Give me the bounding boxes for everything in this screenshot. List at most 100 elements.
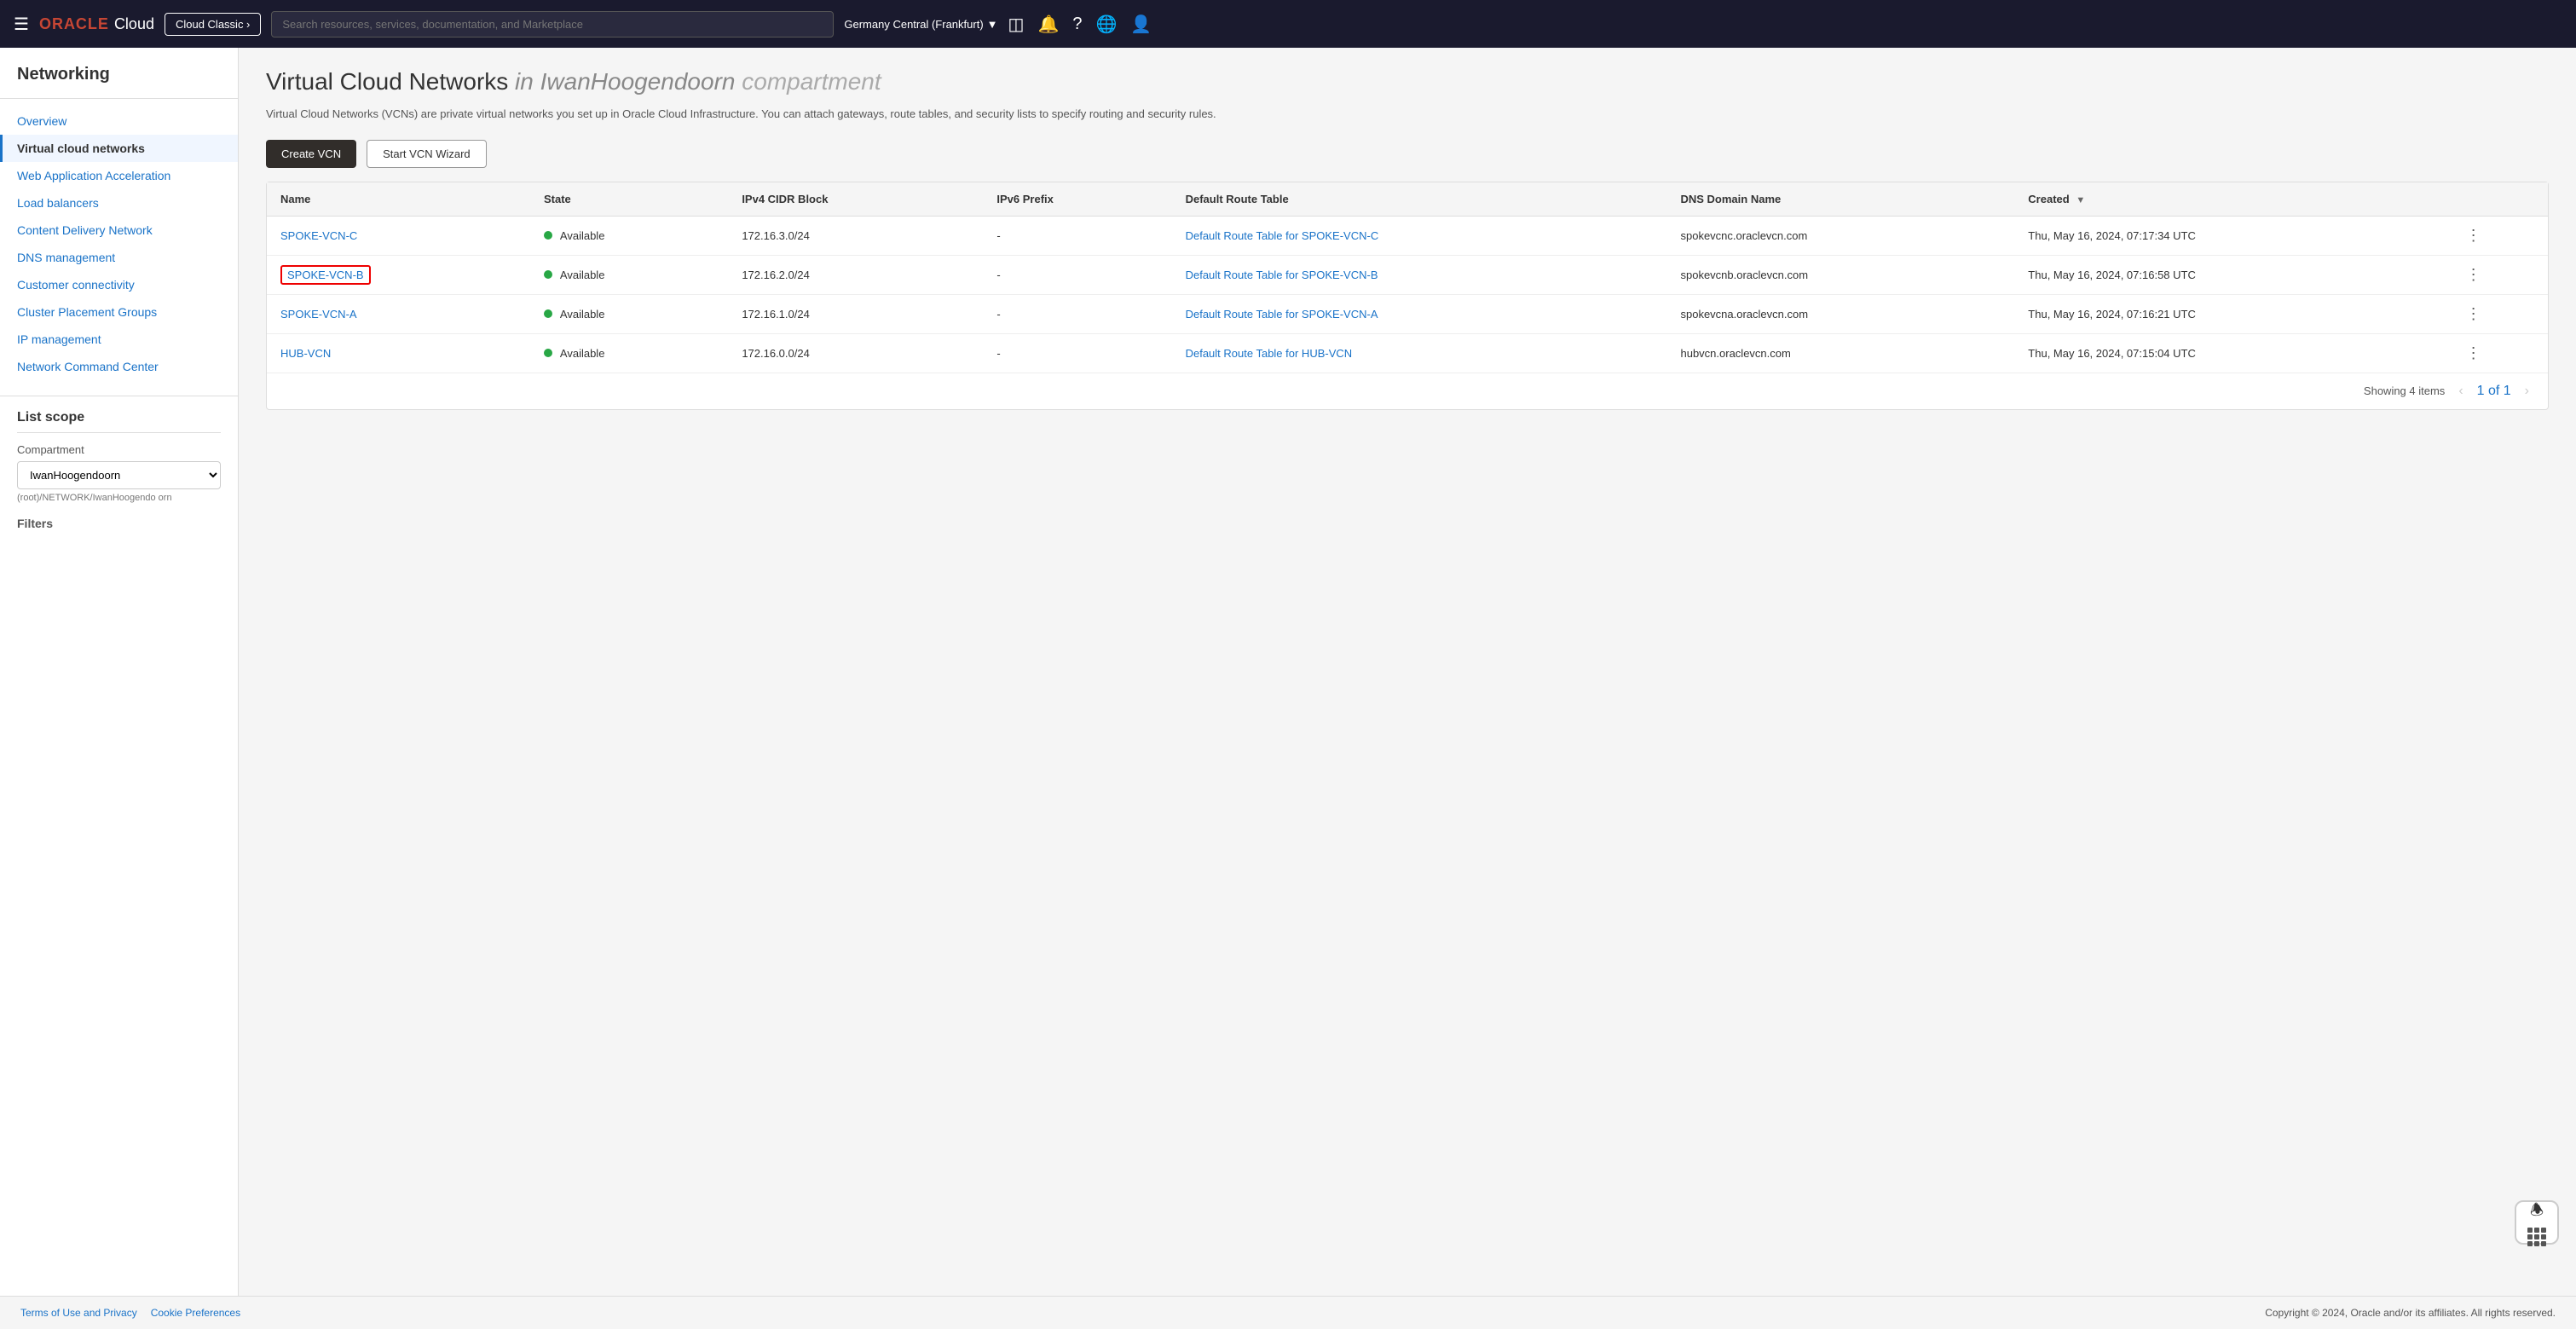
vcn-name-cell: SPOKE-VCN-B [267,255,530,294]
vcn-ipv6-cell: - [983,255,1171,294]
toolbar: Create VCN Start VCN Wizard [266,140,2549,168]
vcn-route-cell: Default Route Table for HUB-VCN [1172,333,1667,373]
vcn-route-link-c[interactable]: Default Route Table for SPOKE-VCN-C [1186,229,1379,242]
sidebar-item-ip-management[interactable]: IP management [0,326,238,353]
vcn-dns-cell: hubvcn.oraclevcn.com [1666,333,2014,373]
status-available-dot [544,309,552,318]
vcn-dns-cell: spokevcnb.oraclevcn.com [1666,255,2014,294]
table-row: SPOKE-VCN-B Available 172.16.2.0/24 - De… [267,255,2548,294]
oracle-logo: ORACLE Cloud [39,15,154,33]
vcn-route-link-a[interactable]: Default Route Table for SPOKE-VCN-A [1186,308,1378,321]
vcn-route-link-b[interactable]: Default Route Table for SPOKE-VCN-B [1186,269,1378,281]
help-icon[interactable]: ? [1072,14,1082,34]
page-title-vcn: Virtual Cloud Networks [266,68,508,95]
vcn-created-cell: Thu, May 16, 2024, 07:15:04 UTC [2014,333,2452,373]
pagination-showing: Showing 4 items [2364,384,2445,397]
terms-link[interactable]: Terms of Use and Privacy [20,1307,137,1319]
table-row: SPOKE-VCN-C Available 172.16.3.0/24 - De… [267,216,2548,255]
prev-page-icon[interactable]: ‹ [2453,382,2468,401]
cloud-classic-button[interactable]: Cloud Classic › [165,13,261,36]
sidebar-item-dns-management[interactable]: DNS management [0,244,238,271]
app-grid-icon [2527,1228,2546,1246]
pagination-nav: ‹ 1 of 1 › [2453,382,2534,401]
vcn-menu-cell: ⋮ [2452,216,2548,255]
region-label: Germany Central (Frankfurt) [844,18,983,31]
table-row: SPOKE-VCN-A Available 172.16.1.0/24 - De… [267,294,2548,333]
col-name: Name [267,182,530,217]
page-number: 1 of 1 [2472,382,2516,401]
row-context-menu-a[interactable]: ⋮ [2466,305,2481,322]
create-vcn-button[interactable]: Create VCN [266,140,356,168]
start-vcn-wizard-button[interactable]: Start VCN Wizard [367,140,487,168]
vcn-route-link-hub[interactable]: Default Route Table for HUB-VCN [1186,347,1353,360]
user-avatar[interactable]: 👤 [1130,14,1152,35]
col-dns-domain: DNS Domain Name [1666,182,2014,217]
sidebar-item-virtual-cloud-networks[interactable]: Virtual cloud networks [0,135,238,162]
compartment-label: Compartment [17,443,221,456]
vcn-name-cell: HUB-VCN [267,333,530,373]
footer: Terms of Use and Privacy Cookie Preferen… [0,1296,2576,1329]
col-actions [2452,182,2548,217]
vcn-link-spoke-vcn-c[interactable]: SPOKE-VCN-C [280,229,357,242]
sidebar-item-load-balancers[interactable]: Load balancers [0,189,238,217]
hamburger-menu[interactable]: ☰ [14,14,29,35]
sidebar-navigation: Overview Virtual cloud networks Web Appl… [0,99,238,389]
sidebar-title: Networking [0,65,238,99]
vcn-route-cell: Default Route Table for SPOKE-VCN-C [1172,216,1667,255]
list-scope-section: List scope Compartment IwanHoogendoorn (… [0,396,238,544]
cookie-link[interactable]: Cookie Preferences [151,1307,240,1319]
row-context-menu-b[interactable]: ⋮ [2466,266,2481,283]
vcn-route-cell: Default Route Table for SPOKE-VCN-A [1172,294,1667,333]
col-ipv4: IPv4 CIDR Block [728,182,983,217]
vcn-state-text: Available [560,269,605,281]
globe-icon[interactable]: 🌐 [1095,14,1117,35]
compartment-select[interactable]: IwanHoogendoorn [17,461,221,489]
notifications-icon[interactable]: 🔔 [1037,14,1059,35]
vcn-created-cell: Thu, May 16, 2024, 07:16:58 UTC [2014,255,2452,294]
vcn-link-hub-vcn[interactable]: HUB-VCN [280,347,331,360]
vcn-state-cell: Available [530,294,728,333]
oracle-logo-text: ORACLE [39,15,109,33]
sidebar-item-network-command-center[interactable]: Network Command Center [0,353,238,380]
help-launcher-button[interactable]: 🕭 [2515,1200,2559,1245]
nav-icons-group: ◫ 🔔 ? 🌐 👤 [1008,14,1152,35]
vcn-dns-cell: spokevcnc.oraclevcn.com [1666,216,2014,255]
row-context-menu-c[interactable]: ⋮ [2466,227,2481,244]
status-available-dot [544,349,552,357]
top-navigation: ☰ ORACLE Cloud Cloud Classic › Germany C… [0,0,2576,48]
vcn-link-spoke-vcn-a[interactable]: SPOKE-VCN-A [280,308,357,321]
compartment-path: (root)/NETWORK/IwanHoogendo orn [17,493,221,503]
list-scope-title: List scope [17,410,221,425]
footer-copyright: Copyright © 2024, Oracle and/or its affi… [2265,1307,2556,1319]
vcn-menu-cell: ⋮ [2452,255,2548,294]
vcn-state-cell: Available [530,216,728,255]
sidebar-item-cluster-placement-groups[interactable]: Cluster Placement Groups [0,298,238,326]
sidebar-item-content-delivery-network[interactable]: Content Delivery Network [0,217,238,244]
filters-title: Filters [17,517,221,530]
vcn-route-cell: Default Route Table for SPOKE-VCN-B [1172,255,1667,294]
footer-links: Terms of Use and Privacy Cookie Preferen… [20,1307,240,1319]
sidebar-item-overview[interactable]: Overview [0,107,238,135]
next-page-icon[interactable]: › [2520,382,2534,401]
vcn-ipv4-cell: 172.16.1.0/24 [728,294,983,333]
vcn-ipv4-cell: 172.16.3.0/24 [728,216,983,255]
lifebuoy-icon: 🕭 [2530,1199,2544,1225]
terminal-icon[interactable]: ◫ [1008,14,1025,35]
row-context-menu-hub[interactable]: ⋮ [2466,344,2481,361]
search-input[interactable] [271,11,834,38]
col-default-route-table: Default Route Table [1172,182,1667,217]
sidebar-item-customer-connectivity[interactable]: Customer connectivity [0,271,238,298]
vcn-ipv6-cell: - [983,294,1171,333]
vcn-name-cell: SPOKE-VCN-C [267,216,530,255]
vcn-created-cell: Thu, May 16, 2024, 07:17:34 UTC [2014,216,2452,255]
col-created[interactable]: Created ▼ [2014,182,2452,217]
vcn-link-spoke-vcn-b[interactable]: SPOKE-VCN-B [280,265,371,285]
sidebar-item-web-application-acceleration[interactable]: Web Application Acceleration [0,162,238,189]
vcn-name-cell: SPOKE-VCN-A [267,294,530,333]
vcn-state-text: Available [560,347,605,360]
region-selector[interactable]: Germany Central (Frankfurt) ▼ [844,18,997,31]
vcn-dns-cell: spokevcna.oraclevcn.com [1666,294,2014,333]
vcn-menu-cell: ⋮ [2452,294,2548,333]
vcn-state-text: Available [560,308,605,321]
status-available-dot [544,270,552,279]
